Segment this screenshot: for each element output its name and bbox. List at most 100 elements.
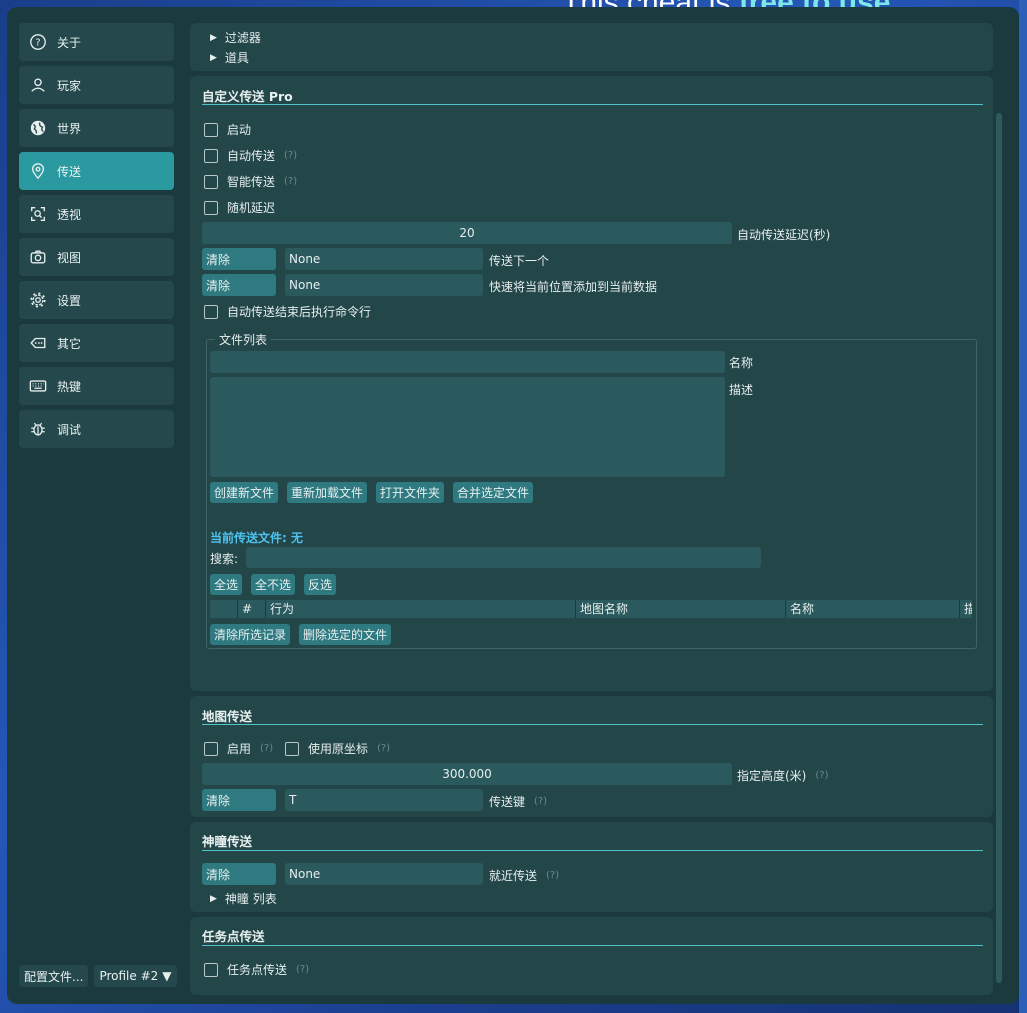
table-header-cell[interactable]: 行为 (266, 600, 576, 618)
help-hint[interactable]: (?) (377, 743, 390, 754)
file-name-input[interactable] (210, 351, 725, 373)
merge-files-button[interactable]: 合并选定文件 (453, 482, 534, 503)
add-hotkey-field[interactable]: None (285, 274, 483, 296)
use-raw-coords-label: 使用原坐标 (308, 742, 369, 756)
table-header-cell[interactable]: 地图名称 (576, 600, 786, 618)
height-slider[interactable]: 300.000 (202, 763, 732, 785)
select-all-button[interactable]: 全选 (210, 574, 243, 595)
profile-select[interactable]: Profile #2 ▼ (94, 965, 177, 987)
items-panel: ▶ 过滤器 ▶ 道具 (190, 23, 993, 71)
sidebar-item-label: 玩家 (57, 78, 82, 93)
bug-icon (31, 422, 45, 436)
random-delay-label: 随机延迟 (227, 201, 276, 215)
quest-teleport-checkbox-row[interactable]: 任务点传送 (?) (204, 961, 309, 978)
sidebar-item-label: 设置 (57, 293, 82, 308)
triangle-right-icon: ▶ (210, 893, 217, 904)
quest-teleport-label: 任务点传送 (227, 963, 288, 977)
clear-records-button[interactable]: 清除所选记录 (210, 624, 291, 645)
sidebar-item-label: 热键 (57, 379, 82, 394)
panel-title: 任务点传送 (202, 929, 265, 944)
file-description-textarea[interactable] (210, 377, 725, 477)
sidebar-item-view[interactable]: 视图 (19, 238, 174, 276)
table-header-cell[interactable] (210, 600, 238, 618)
search-input[interactable] (246, 547, 761, 568)
smart-teleport-checkbox-row[interactable]: 智能传送 (?) (204, 173, 297, 190)
map-enable-checkbox-row[interactable]: 启用 (?) (204, 740, 273, 757)
quest-teleport-checkbox[interactable] (204, 962, 218, 977)
sidebar-item-player[interactable]: 玩家 (19, 66, 174, 104)
exec-command-checkbox-row[interactable]: 自动传送结束后执行命令行 (204, 303, 371, 320)
auto-teleport-checkbox[interactable] (204, 148, 218, 163)
help-hint[interactable]: (?) (260, 743, 273, 754)
add-hotkey-label: 快速将当前位置添加到当前数据 (489, 280, 658, 294)
map-pin-icon (31, 163, 45, 180)
sidebar-item-hotkeys[interactable]: 热键 (19, 367, 174, 405)
camera-icon (30, 250, 46, 264)
sidebar-item-teleport[interactable]: 传送 (19, 152, 174, 190)
help-hint[interactable]: (?) (284, 176, 297, 187)
open-folder-button[interactable]: 打开文件夹 (376, 482, 445, 503)
height-label-row: 指定高度(米) (?) (737, 767, 829, 784)
clear-oculi-key-button[interactable]: 清除 (202, 863, 276, 885)
gear-icon (30, 292, 46, 308)
auto-teleport-checkbox-row[interactable]: 自动传送 (?) (204, 147, 297, 164)
clear-map-key-button[interactable]: 清除 (202, 789, 276, 811)
exec-command-label: 自动传送结束后执行命令行 (227, 305, 372, 319)
sidebar-item-about[interactable]: ? 关于 (19, 23, 174, 61)
title-divider (202, 850, 983, 851)
globe-icon (30, 120, 46, 136)
enable-checkbox[interactable] (204, 122, 218, 137)
oculi-hotkey-field[interactable]: None (285, 863, 483, 885)
reload-files-button[interactable]: 重新加载文件 (287, 482, 368, 503)
items-tree-node[interactable]: ▶ 道具 (210, 49, 249, 66)
sidebar-footer: 配置文件... Profile #2 ▼ (19, 965, 177, 987)
svg-text:?: ? (35, 38, 40, 49)
title-divider (202, 724, 983, 725)
sidebar-item-debug[interactable]: 调试 (19, 410, 174, 448)
table-header-cell[interactable]: # (238, 600, 266, 618)
main-content: ▶ 过滤器 ▶ 道具 自定义传送 Pro 启动 自动传送 (?) 智能传送 (?… (190, 23, 1002, 995)
use-raw-coords-checkbox[interactable] (285, 741, 299, 756)
sidebar-item-world[interactable]: 世界 (19, 109, 174, 147)
use-raw-coords-checkbox-row[interactable]: 使用原坐标 (?) (285, 740, 390, 757)
file-description-label: 描述 (729, 383, 754, 397)
help-hint[interactable]: (?) (815, 770, 828, 781)
delay-slider[interactable]: 20 (202, 222, 732, 244)
sidebar-item-other[interactable]: 其它 (19, 324, 174, 362)
smart-teleport-label: 智能传送 (227, 175, 276, 189)
help-hint[interactable]: (?) (284, 150, 297, 161)
map-enable-label: 启用 (227, 742, 252, 756)
map-enable-checkbox[interactable] (204, 741, 218, 756)
background-edge (1019, 0, 1027, 1013)
select-none-button[interactable]: 全不选 (251, 574, 296, 595)
oculi-list-tree-node[interactable]: ▶ 神瞳 列表 (210, 890, 277, 907)
smart-teleport-checkbox[interactable] (204, 174, 218, 189)
enable-checkbox-row[interactable]: 启动 (204, 121, 251, 138)
sidebar-item-esp[interactable]: 透视 (19, 195, 174, 233)
create-file-button[interactable]: 创建新文件 (210, 482, 279, 503)
items-label: 道具 (224, 51, 249, 65)
clear-next-key-button[interactable]: 清除 (202, 248, 276, 270)
help-hint[interactable]: (?) (296, 964, 309, 975)
next-hotkey-field[interactable]: None (285, 248, 483, 270)
search-label: 搜索: (210, 552, 239, 566)
invert-selection-button[interactable]: 反选 (304, 574, 337, 595)
clear-add-key-button[interactable]: 清除 (202, 274, 276, 296)
sidebar-item-settings[interactable]: 设置 (19, 281, 174, 319)
help-hint[interactable]: (?) (534, 796, 547, 807)
table-header-cell[interactable]: 名称 (786, 600, 960, 618)
title-divider (202, 104, 983, 105)
nearby-label-row: 就近传送 (?) (489, 867, 559, 884)
main-scrollbar[interactable] (996, 113, 1002, 983)
random-delay-checkbox-row[interactable]: 随机延迟 (204, 199, 275, 216)
config-file-button[interactable]: 配置文件... (19, 965, 89, 987)
nearby-teleport-label: 就近传送 (489, 869, 538, 883)
help-hint[interactable]: (?) (546, 870, 559, 881)
exec-command-checkbox[interactable] (204, 304, 218, 319)
map-hotkey-field[interactable]: T (285, 789, 483, 811)
delete-files-button[interactable]: 删除选定的文件 (299, 624, 392, 645)
table-header-cell[interactable]: 描 (960, 600, 972, 618)
filter-tree-node[interactable]: ▶ 过滤器 (210, 29, 261, 46)
random-delay-checkbox[interactable] (204, 200, 218, 215)
file-list-title: 文件列表 (215, 331, 272, 348)
